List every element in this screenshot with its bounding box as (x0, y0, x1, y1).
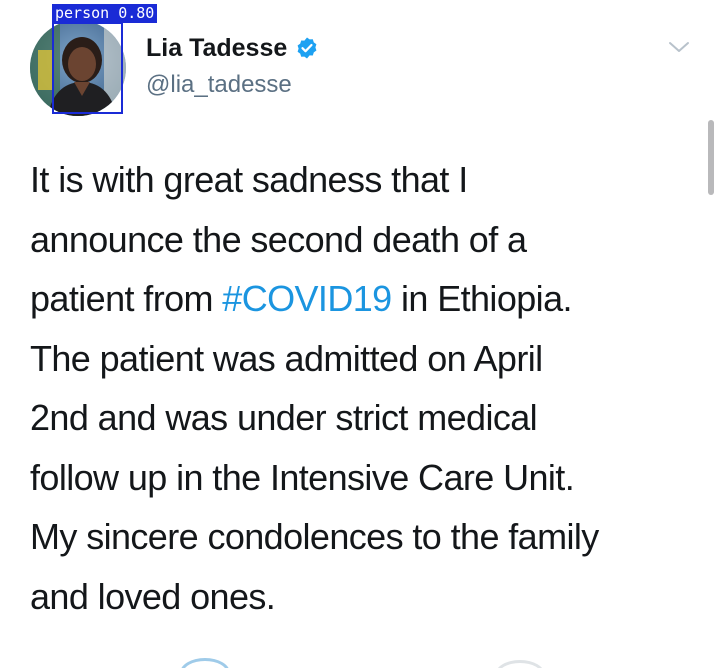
tweet-text-segment: in Ethiopia. (391, 278, 573, 319)
chevron-down-icon[interactable] (668, 38, 690, 56)
display-name[interactable]: Lia Tadesse (146, 32, 287, 64)
verified-badge-icon (295, 36, 319, 60)
tweet-line: It is with great sadness that I (30, 159, 468, 200)
tweet-line: and loved ones. (30, 575, 276, 617)
tweet-line: 2nd and was under strict medical (30, 397, 538, 438)
tweet-text-segment: patient from (30, 278, 223, 319)
tweet-line: announce the second death of a (30, 218, 527, 260)
tweet-line: follow up in the Intensive Care Unit. (30, 456, 575, 498)
user-header: Lia Tadesse (146, 32, 319, 64)
hashtag-link[interactable]: #COVID19 (222, 278, 392, 319)
share-icon[interactable] (495, 660, 545, 668)
tweet-screen: person 0.80 Lia Tadesse @lia_tadesse It … (0, 0, 719, 668)
tweet-line: My sincere condolences to the family (30, 516, 599, 557)
reply-icon[interactable] (180, 658, 230, 668)
user-handle[interactable]: @lia_tadesse (146, 70, 292, 100)
tweet-text: It is with great sadness that I announce… (30, 150, 700, 626)
tweet-line: patient from #COVID19 in Ethiopia. (30, 269, 700, 329)
scrollbar[interactable] (708, 120, 714, 195)
person-detection-box (52, 22, 123, 114)
tweet-line: The patient was admitted on April (30, 337, 543, 379)
detection-label: person 0.80 (52, 4, 158, 23)
